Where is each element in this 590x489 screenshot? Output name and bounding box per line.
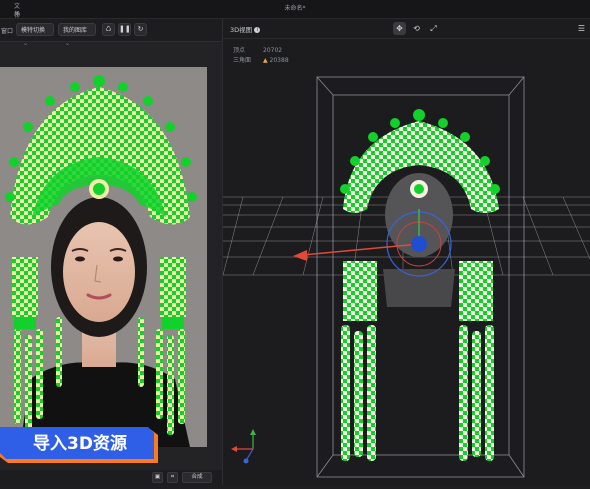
import-3d-banner[interactable]: 导入3D资源 xyxy=(0,427,158,465)
window-label: 窗口 xyxy=(1,28,14,35)
3d-headdress-crown xyxy=(340,109,500,213)
move-icon[interactable]: ✥ xyxy=(393,22,406,35)
panel-menu-icon[interactable]: ☰ xyxy=(575,22,588,35)
model-preview-image xyxy=(0,67,207,447)
model-with-headdress xyxy=(0,67,207,447)
3d-viewport[interactable] xyxy=(222,39,590,485)
pause-icon[interactable]: ❚❚ xyxy=(118,23,131,36)
model-switch-dropdown[interactable]: 模特切换 ⌄ xyxy=(16,23,54,47)
axis-indicator xyxy=(231,429,256,464)
reference-bottom-toolbar: ▣ ⌗ 合成 xyxy=(0,470,222,485)
warning-icon: ▲ xyxy=(263,57,268,64)
chevron-down-icon: ⌄ xyxy=(23,40,29,47)
app-titlebar: 文件 场景设置 未命名* xyxy=(0,0,590,45)
rotate-icon[interactable]: ⟲ xyxy=(410,22,423,35)
3d-view-title-text: 3D视图 xyxy=(230,26,253,34)
screenshot-icon[interactable]: ▣ xyxy=(152,472,163,483)
3d-view-panel: 3D视图 i ✥ ⟲ ⤢ ☰ 顶点 20702 三角面 ▲ 20388 xyxy=(222,19,590,485)
stat-vertices-label: 顶点 xyxy=(233,47,246,54)
stat-triangles: 三角面 ▲ 20388 xyxy=(233,55,289,65)
stat-triangles-value: 20388 xyxy=(269,57,289,64)
stat-triangles-label: 三角面 xyxy=(233,57,252,64)
confirm-button[interactable]: 合成 xyxy=(182,472,212,483)
3d-headdress-tassels xyxy=(341,325,494,461)
mesh-stats: 顶点 20702 三角面 ▲ 20388 xyxy=(233,45,289,65)
fit-icon[interactable]: ⤢ xyxy=(427,22,440,35)
my-library-label: 我的图库 xyxy=(63,27,88,34)
banner-text: 导入3D资源 xyxy=(33,433,127,454)
reset-icon[interactable]: ♺ xyxy=(102,23,115,36)
refresh-icon[interactable]: ↻ xyxy=(134,23,147,36)
stat-vertices-value: 20702 xyxy=(263,47,283,54)
reference-panel: 窗口 模特切换 ⌄ 我的图库 ⌄ ♺ ❚❚ ↻ 导入3D资源 ▣ ⌗ 合成 xyxy=(0,19,223,485)
model-switch-label: 模特切换 xyxy=(21,27,46,34)
my-library-dropdown[interactable]: 我的图库 ⌄ xyxy=(58,23,96,47)
info-icon[interactable]: i xyxy=(254,27,261,33)
crop-icon[interactable]: ⌗ xyxy=(167,472,178,483)
chevron-down-icon: ⌄ xyxy=(65,40,71,47)
reference-toolbar: 窗口 模特切换 ⌄ 我的图库 ⌄ ♺ ❚❚ ↻ xyxy=(0,19,222,47)
document-title: 未命名* xyxy=(284,5,306,12)
3d-view-header: 3D视图 i ✥ ⟲ ⤢ ☰ xyxy=(223,19,590,39)
stat-vertices: 顶点 20702 xyxy=(233,45,289,55)
3d-view-title: 3D视图 i xyxy=(230,24,261,34)
